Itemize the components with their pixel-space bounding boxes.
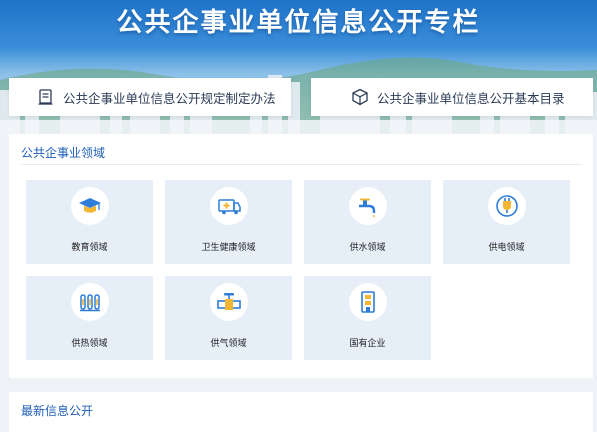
icon-circle — [70, 187, 109, 225]
disclosure-rules-link[interactable]: 公共企事业单位信息公开规定制定办法 — [9, 78, 291, 116]
tile-education[interactable]: 教育领域 — [26, 180, 153, 264]
disclosure-rules-label: 公共企事业单位信息公开规定制定办法 — [63, 90, 276, 106]
tile-state-owned[interactable]: 国有企业 — [304, 276, 431, 360]
tile-label: 供热领域 — [71, 339, 108, 349]
basic-catalog-link[interactable]: 公共企事业单位信息公开基本目录 — [311, 78, 593, 116]
document-icon — [38, 89, 53, 105]
tile-label: 国有企业 — [349, 339, 386, 349]
banner: 公共企事业单位信息公开专栏 公共企事业单位信息公开规定制定办法 公共企事业单位信… — [0, 0, 597, 135]
building-icon — [360, 291, 375, 313]
graduation-cap-icon — [78, 198, 101, 213]
page-title: 公共企事业单位信息公开专栏 — [116, 8, 481, 38]
icon-circle — [209, 187, 248, 225]
icon-circle — [487, 187, 526, 225]
cube-icon — [352, 88, 368, 106]
latest-panel: 最新信息公开 — [9, 392, 593, 432]
tile-health[interactable]: 卫生健康领域 — [165, 180, 292, 264]
latest-section-title: 最新信息公开 — [21, 404, 94, 418]
tile-power[interactable]: 供电领域 — [443, 180, 570, 264]
tile-label: 卫生健康领域 — [201, 243, 256, 253]
icon-circle — [209, 283, 248, 321]
tile-water[interactable]: 供水领域 — [304, 180, 431, 264]
icon-circle — [70, 283, 109, 321]
domains-panel: 公共企事业领域 教育领域 卫生健康领域 供水领域 供电领域 供热领域 供气领域 … — [9, 134, 593, 378]
ambulance-icon — [217, 199, 241, 215]
tile-heating[interactable]: 供热领域 — [26, 276, 153, 360]
section-divider — [21, 164, 581, 165]
plug-icon — [495, 195, 518, 217]
basic-catalog-label: 公共企事业单位信息公开基本目录 — [377, 90, 565, 106]
icon-circle — [348, 187, 387, 225]
tile-gas[interactable]: 供气领域 — [165, 276, 292, 360]
water-tap-icon — [358, 198, 375, 218]
gas-valve-icon — [216, 293, 241, 310]
icon-circle — [348, 283, 387, 321]
tile-label: 教育领域 — [71, 243, 108, 253]
tile-label: 供电领域 — [488, 243, 525, 253]
radiator-icon — [79, 294, 100, 312]
tile-label: 供气领域 — [210, 339, 247, 349]
tile-label: 供水领域 — [349, 243, 386, 253]
domains-section-title: 公共企事业领域 — [21, 146, 106, 160]
